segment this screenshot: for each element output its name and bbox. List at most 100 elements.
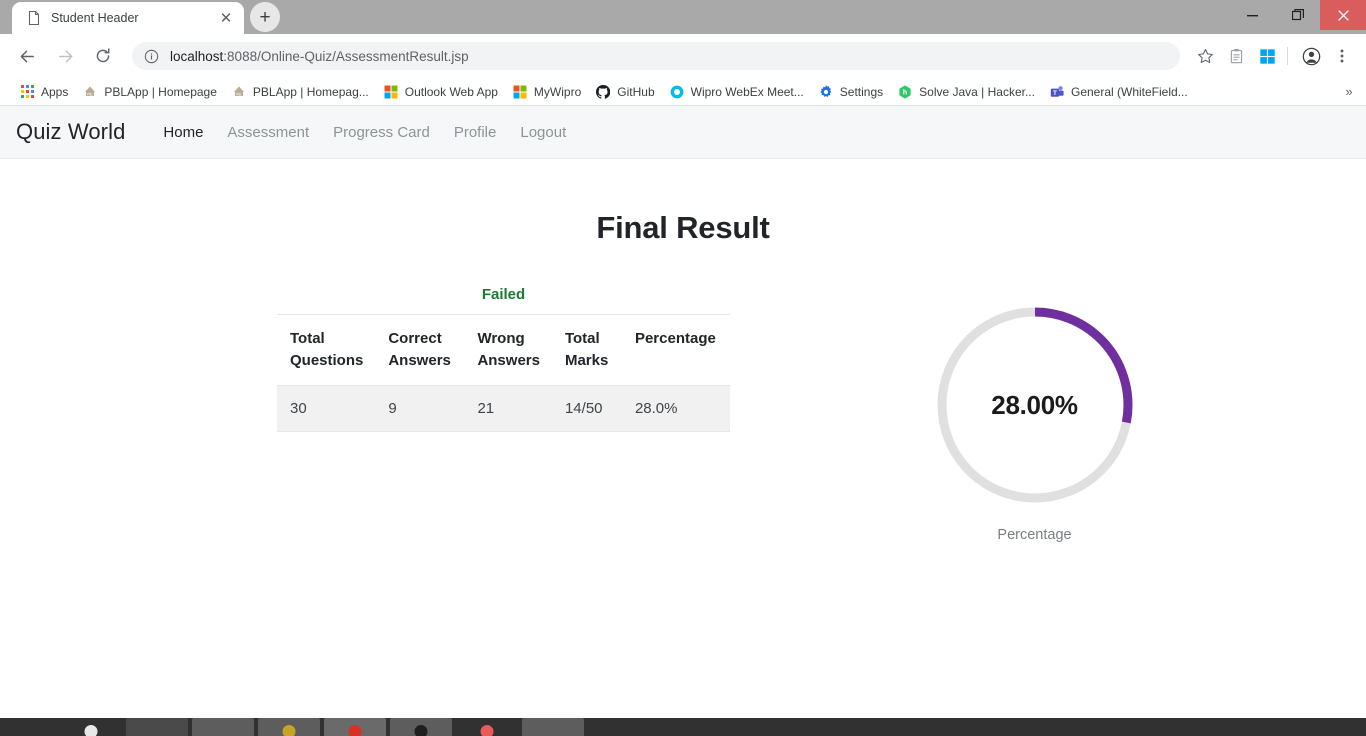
bookmark-label: Apps — [41, 84, 69, 99]
table-header-row: Total Questions Correct Answers Wrong An… — [277, 314, 730, 386]
percentage-donut-chart: 28.00% — [935, 305, 1135, 505]
table-body: 30 9 21 14/50 28.0% — [277, 385, 730, 432]
forward-icon[interactable] — [50, 41, 80, 71]
bookmark-item[interactable]: PBL PBLApp | Homepag... — [224, 81, 376, 103]
bookmark-label: Settings — [839, 84, 884, 99]
close-icon[interactable]: ✕ — [216, 8, 236, 28]
gear-icon — [818, 84, 834, 100]
bookmark-item[interactable]: T General (WhiteField... — [1042, 81, 1195, 103]
bookmark-item[interactable]: Settings — [811, 81, 890, 103]
site-navbar: Quiz World Home Assessment Progress Card… — [0, 106, 1366, 159]
browser-tab[interactable]: Student Header ✕ — [12, 2, 244, 34]
result-table: Total Questions Correct Answers Wrong An… — [277, 314, 730, 432]
gauge-column: 28.00% Percentage — [683, 286, 1366, 543]
url-host: localhost — [170, 48, 224, 64]
github-icon — [595, 84, 611, 100]
document-icon — [26, 10, 42, 26]
back-icon[interactable] — [12, 41, 42, 71]
nav-link-home[interactable]: Home — [151, 124, 215, 141]
bookmark-item[interactable]: GitHub — [588, 81, 661, 103]
bookmark-label: General (WhiteField... — [1070, 84, 1188, 99]
svg-text:T: T — [1053, 90, 1057, 97]
address-bar[interactable]: localhost:8088/Online-Quiz/AssessmentRes… — [132, 42, 1180, 70]
bookmark-label: Outlook Web App — [404, 84, 498, 99]
bookmark-star-icon[interactable] — [1191, 42, 1219, 70]
cell-total-marks: 14/50 — [551, 385, 622, 432]
browser-toolbar: localhost:8088/Online-Quiz/AssessmentRes… — [0, 34, 1366, 78]
nav-link-profile[interactable]: Profile — [442, 124, 509, 141]
new-tab-button[interactable]: + — [250, 2, 280, 32]
bookmark-label: MyWipro — [533, 84, 582, 99]
hackerrank-icon: h — [897, 84, 913, 100]
minimize-button[interactable] — [1230, 0, 1275, 30]
taskbar-item[interactable] — [456, 718, 518, 736]
bookmark-label: PBLApp | Homepag... — [252, 84, 369, 99]
taskbar-item[interactable] — [60, 718, 122, 736]
th-total-marks: Total Marks — [551, 314, 622, 386]
taskbar-item[interactable] — [390, 718, 452, 736]
info-circle-icon[interactable] — [144, 49, 160, 64]
url-path: :8088/Online-Quiz/AssessmentResult.jsp — [223, 48, 469, 64]
microsoft-icon — [512, 84, 528, 100]
th-wrong-answers: Wrong Answers — [464, 314, 552, 386]
browser-window: Student Header ✕ + localhost:8088/Online… — [0, 0, 1366, 736]
nav-links: Home Assessment Progress Card Profile Lo… — [151, 124, 578, 141]
result-content: Failed Total Questions Correct Answers W… — [0, 286, 1366, 543]
cell-correct-answers: 9 — [375, 385, 465, 432]
apps-grid-icon — [19, 84, 35, 100]
bookmark-label: PBLApp | Homepage — [104, 84, 217, 99]
status-badge: Failed — [481, 286, 526, 303]
page-title: Final Result — [596, 210, 770, 245]
result-table-column: Failed Total Questions Correct Answers W… — [0, 286, 730, 543]
svg-text:PBL: PBL — [236, 92, 242, 96]
url-text: localhost:8088/Online-Quiz/AssessmentRes… — [170, 49, 469, 64]
svg-text:PBL: PBL — [87, 92, 93, 96]
taskbar-item[interactable] — [324, 718, 386, 736]
bookmarks-bar: Apps PBL PBLApp | Homepage PBL PBLApp | … — [0, 78, 1366, 106]
reload-icon[interactable] — [88, 41, 118, 71]
toolbar-divider — [1287, 47, 1288, 65]
window-controls — [1230, 0, 1366, 30]
nav-link-logout[interactable]: Logout — [508, 124, 578, 141]
close-window-button[interactable] — [1320, 0, 1366, 30]
gauge-value-label: 28.00% — [991, 389, 1078, 420]
table-row: 30 9 21 14/50 28.0% — [277, 385, 730, 432]
windows-logo-icon[interactable] — [1253, 42, 1281, 70]
bookmark-item[interactable]: Outlook Web App — [376, 81, 505, 103]
page-viewport: Quiz World Home Assessment Progress Card… — [0, 106, 1366, 736]
th-total-questions: Total Questions — [277, 314, 376, 386]
nav-link-assessment[interactable]: Assessment — [215, 124, 321, 141]
cell-wrong-answers: 21 — [464, 385, 552, 432]
bookmark-label: Solve Java | Hacker... — [919, 84, 1035, 99]
bookmark-label: Wipro WebEx Meet... — [690, 84, 804, 99]
taskbar-item[interactable] — [192, 718, 254, 736]
teams-icon: T — [1049, 84, 1065, 100]
bookmark-label: GitHub — [617, 84, 655, 99]
os-taskbar — [0, 718, 1366, 736]
restore-button[interactable] — [1275, 0, 1320, 30]
clipboard-icon[interactable] — [1222, 42, 1250, 70]
bookmark-item[interactable]: MyWipro — [505, 81, 588, 103]
profile-avatar-icon[interactable] — [1297, 42, 1325, 70]
taskbar-item[interactable] — [522, 718, 584, 736]
svg-text:h: h — [903, 89, 907, 96]
brand-logo[interactable]: Quiz World — [16, 119, 125, 145]
tab-title: Student Header — [51, 11, 139, 25]
webex-icon — [669, 84, 685, 100]
pbl-icon: PBL — [82, 84, 98, 100]
taskbar-item[interactable] — [126, 718, 188, 736]
bookmark-item[interactable]: Wipro WebEx Meet... — [662, 81, 811, 103]
taskbar-item[interactable] — [258, 718, 320, 736]
bookmark-item[interactable]: PBL PBLApp | Homepage — [75, 81, 224, 103]
bookmark-apps[interactable]: Apps — [12, 81, 75, 103]
tab-strip: Student Header ✕ + — [0, 0, 1366, 34]
cell-total-questions: 30 — [277, 385, 376, 432]
pbl-icon: PBL — [231, 84, 247, 100]
nav-link-progress-card[interactable]: Progress Card — [321, 124, 442, 141]
table-header: Total Questions Correct Answers Wrong An… — [277, 314, 730, 386]
th-correct-answers: Correct Answers — [375, 314, 465, 386]
bookmark-item[interactable]: h Solve Java | Hacker... — [890, 81, 1042, 103]
microsoft-icon — [383, 84, 399, 100]
browser-menu-icon[interactable] — [1328, 42, 1356, 70]
bookmarks-overflow-icon[interactable]: » — [1338, 81, 1360, 103]
